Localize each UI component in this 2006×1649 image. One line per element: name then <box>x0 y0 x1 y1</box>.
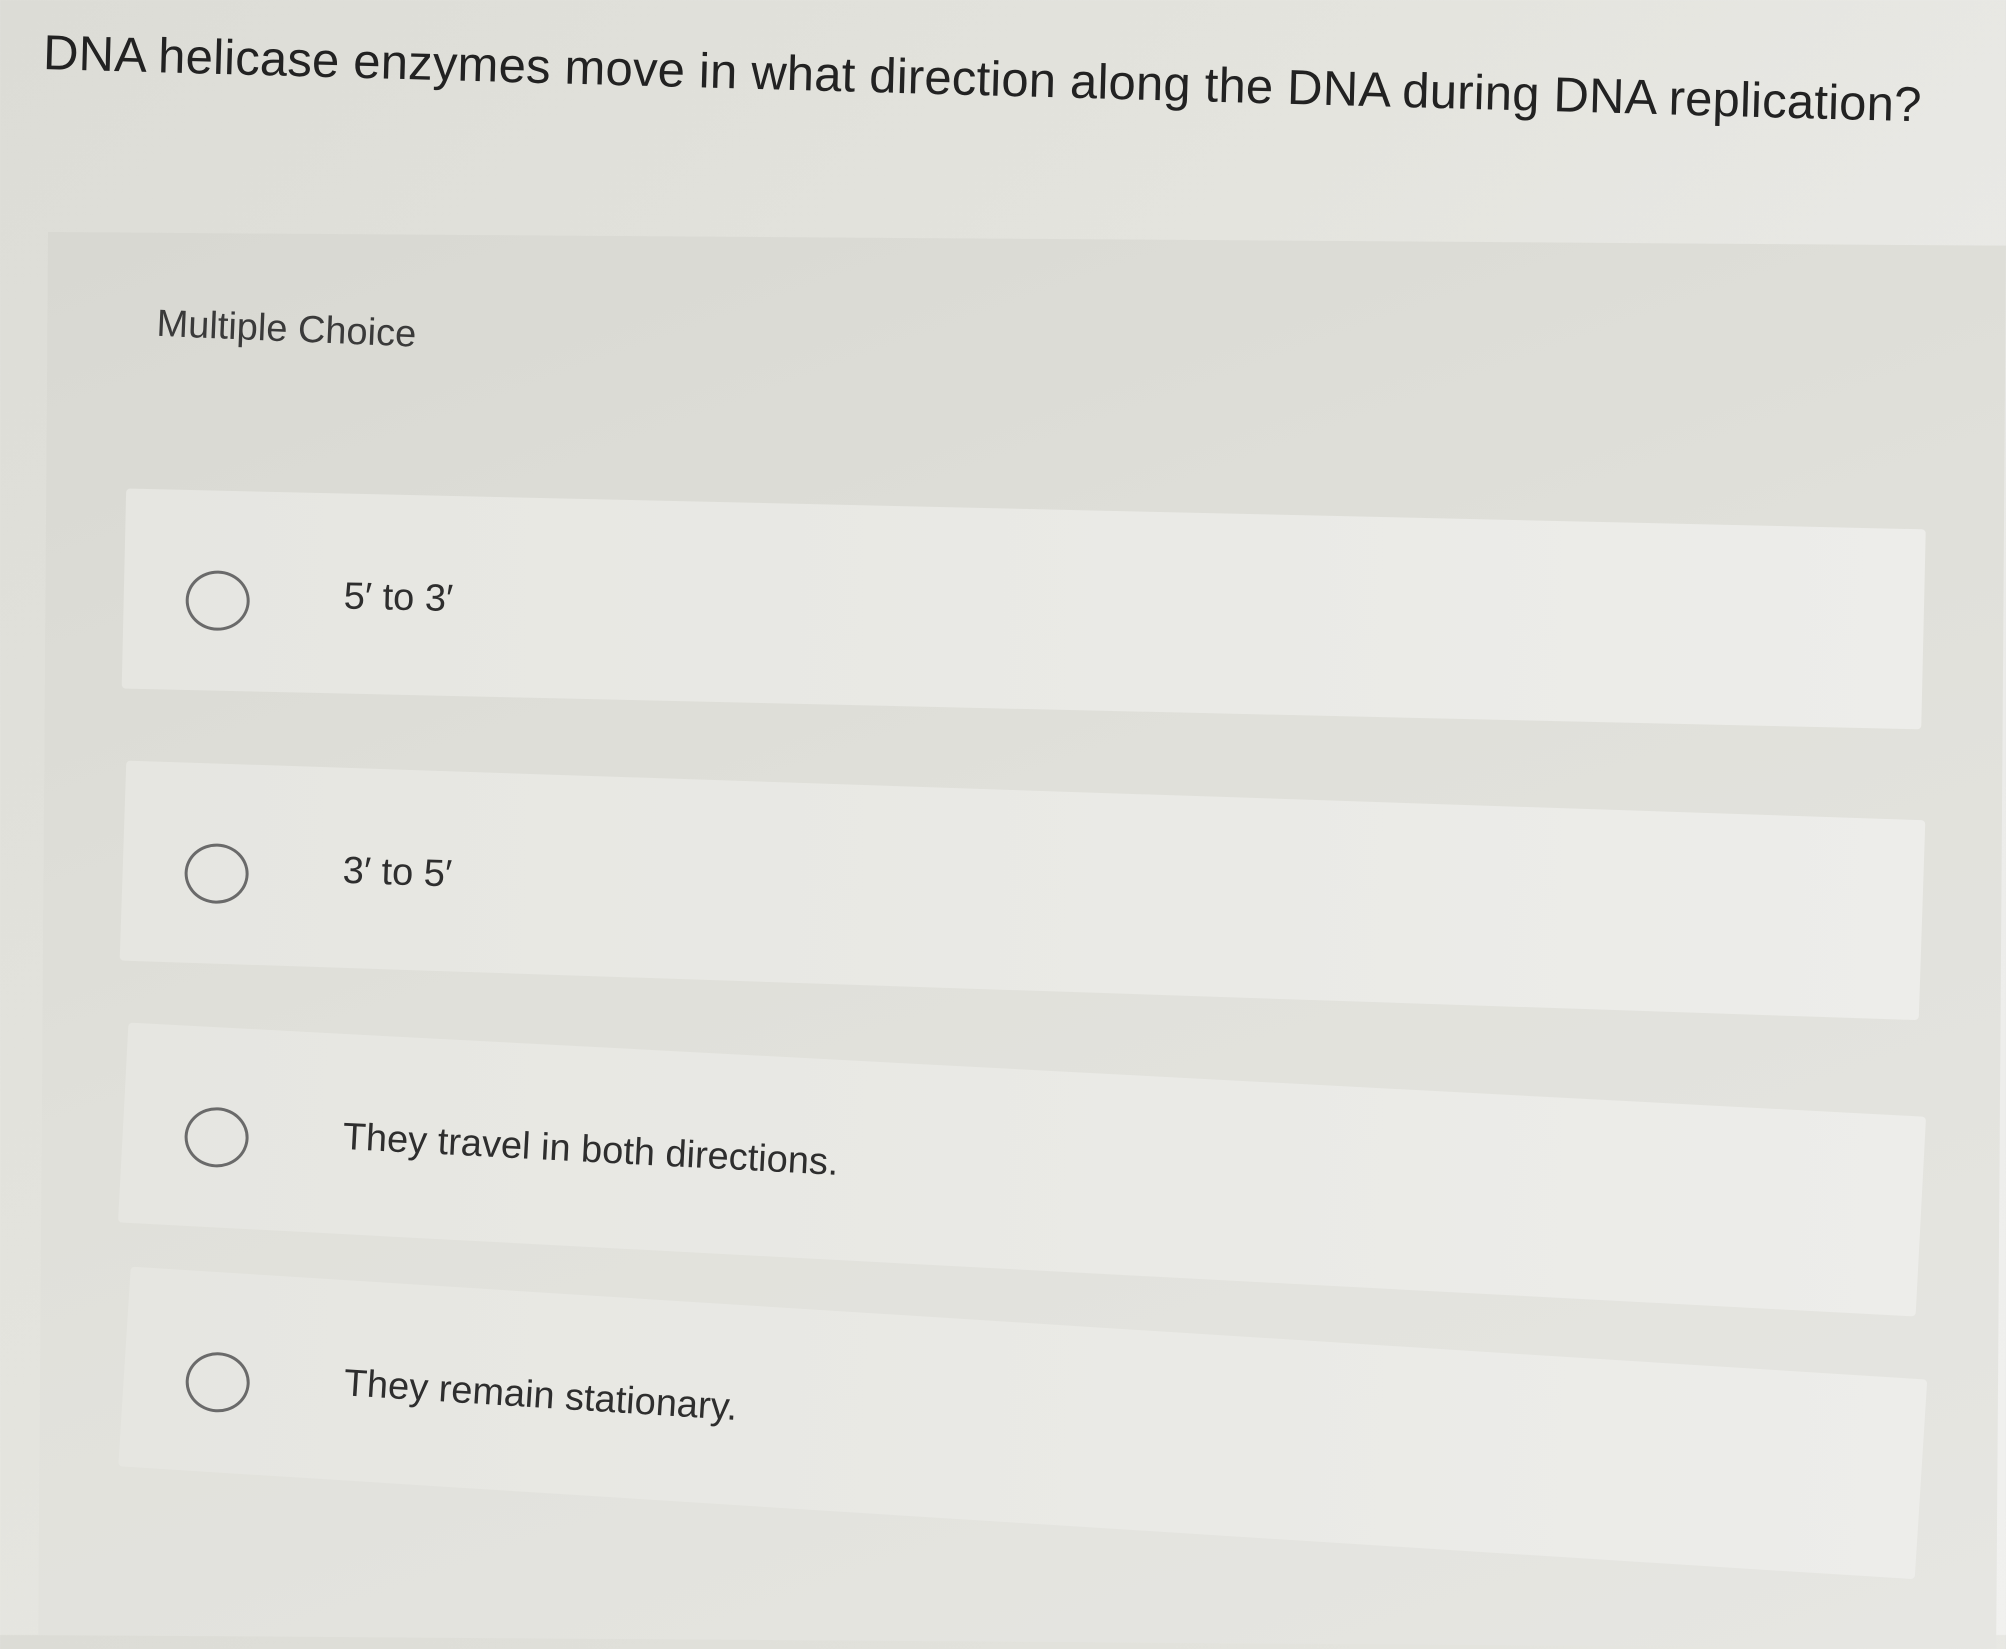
option-label: 5′ to 3′ <box>343 575 454 620</box>
option-label: They remain stationary. <box>342 1362 739 1429</box>
option-row-4[interactable]: They remain stationary. <box>118 1266 1928 1580</box>
option-row-3[interactable]: They travel in both directions. <box>118 1022 1927 1317</box>
option-label: 3′ to 5′ <box>342 849 453 896</box>
radio-button-icon[interactable] <box>185 569 251 632</box>
radio-button-icon[interactable] <box>183 1105 251 1169</box>
question-text: DNA helicase enzymes move in what direct… <box>42 25 1923 133</box>
radio-button-icon[interactable] <box>183 1350 252 1415</box>
question-type-label: Multiple Choice <box>155 302 418 356</box>
radio-button-icon[interactable] <box>183 842 250 905</box>
option-row-2[interactable]: 3′ to 5′ <box>119 760 1926 1021</box>
option-row-1[interactable]: 5′ to 3′ <box>121 488 1926 730</box>
multiple-choice-panel: Multiple Choice 5′ to 3′ 3′ to 5′ They t… <box>38 232 2006 1649</box>
option-label: They travel in both directions. <box>341 1115 840 1184</box>
